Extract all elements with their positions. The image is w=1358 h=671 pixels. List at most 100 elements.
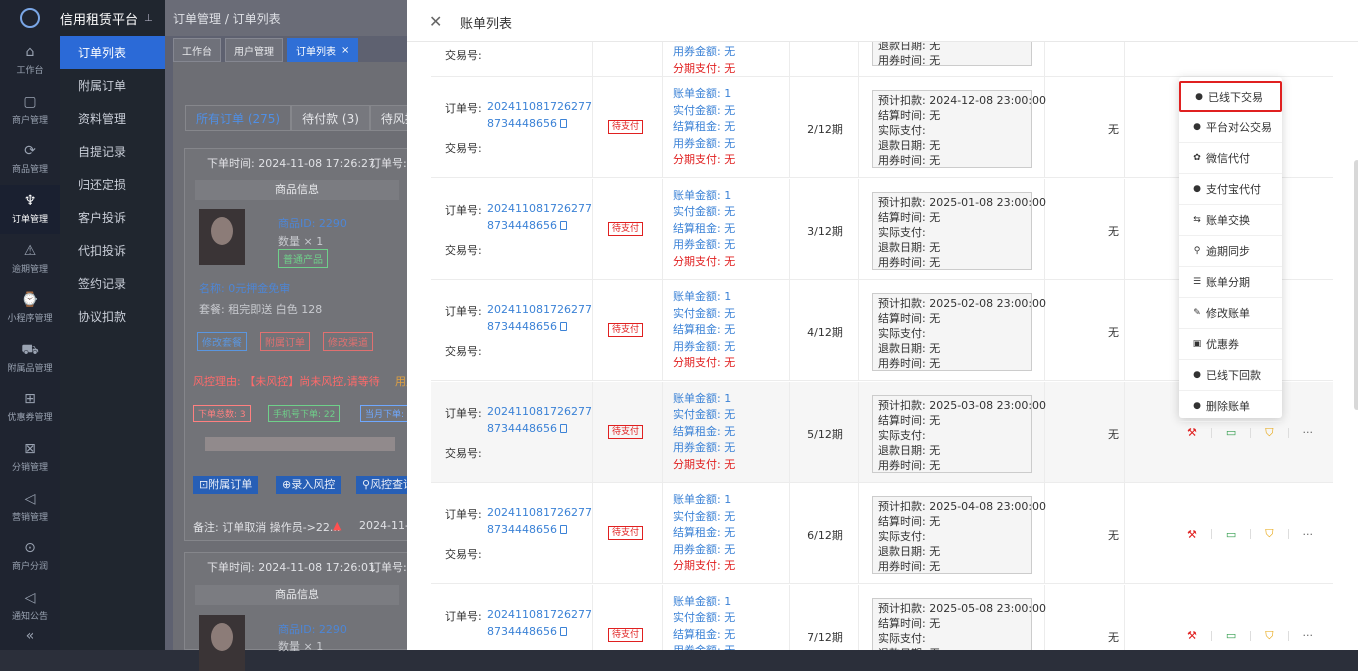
order-total-badge: 下单总数: 3 (193, 405, 251, 422)
bill-action-menu: ● 已线下交易 ● 平台对公交易 ✿ 微信代付 ● 支付宝代付 ⇆ 账单交换 ⚲ 逾期同步 ☰ 账单分期 ✎… (1179, 77, 1282, 422)
order-number-link[interactable]: 202411081726277 8734448656 (487, 200, 592, 234)
subnav-item[interactable]: 附属订单 (60, 69, 165, 102)
menu-item[interactable]: ● 平台对公交易 (1179, 112, 1282, 143)
page-tab[interactable]: 订单列表 × (287, 38, 359, 62)
shield-icon[interactable]: ⛉ (1265, 527, 1273, 541)
rail-item[interactable]: ⌂ 工作台 (0, 36, 60, 86)
order-status-tab[interactable]: 所有订单 (275) (185, 105, 292, 131)
subnav-item[interactable]: 归还定损 (60, 168, 165, 201)
order-number-label: 订单号: (445, 102, 482, 115)
amount-info: 账单金额: 1实付金额: 无结算租金: 无用券金额: 无 (673, 594, 736, 651)
order-number-link[interactable]: 202411081726277 8734448656 (487, 606, 592, 640)
copy-icon[interactable] (560, 626, 567, 636)
product-id[interactable]: 商品ID: 2290 (278, 215, 347, 231)
close-tab-icon[interactable]: × (341, 45, 349, 56)
menu-item[interactable]: ● 支付宝代付 (1179, 174, 1282, 205)
rail-item[interactable]: ⊞ 优惠券管理 (0, 383, 60, 433)
copy-icon[interactable] (560, 423, 567, 433)
deduction-detail: 预计扣款: 2025-04-08 23:00:00 结算时间: 无实际支付: 退款日… (872, 496, 1046, 574)
page-tab[interactable]: 用户管理 (225, 38, 283, 62)
shield-icon[interactable]: ⛉ (1265, 426, 1273, 440)
scrollbar[interactable] (1354, 160, 1358, 410)
edit-plan-button[interactable]: 修改套餐 (197, 332, 247, 351)
menu-item[interactable]: ☰ 账单分期 (1179, 267, 1282, 298)
order-number-link[interactable]: 202411081726277 8734448656 (487, 98, 592, 132)
rail-icon: ◁ (24, 589, 36, 606)
deduction-detail: 预计扣款: 2025-03-08 23:00:00 结算时间: 无实际支付: 退款日… (872, 394, 1046, 473)
menu-item[interactable]: ● 已线下交易 (1179, 81, 1282, 112)
menu-item[interactable]: ⚲ 逾期同步 (1179, 236, 1282, 267)
row-actions: ⚒ ▭ ⛉ ··· (1187, 426, 1313, 440)
subnav-item[interactable]: 自提记录 (60, 135, 165, 168)
page-tabs: 工作台 用户管理 订单列表 × (165, 38, 359, 62)
order-number-link[interactable]: 202411081726277 8734448656 (487, 403, 592, 437)
order-time: 下单时间: 2024-11-08 17:26:01 (207, 561, 376, 574)
subnav-item[interactable]: 资料管理 (60, 102, 165, 135)
rail-item[interactable]: ⟳ 商品管理 (0, 135, 60, 185)
order-number-link[interactable]: 202411081726277 8734448656 (487, 301, 592, 335)
offline-icon[interactable]: ⚒ (1187, 528, 1197, 541)
shield-icon[interactable]: ⛉ (1265, 629, 1273, 643)
subnav-item[interactable]: 客户投诉 (60, 201, 165, 234)
edit-channel-button[interactable]: 修改渠道 (323, 332, 373, 351)
order-number-link[interactable]: 202411081726277 8734448656 (487, 504, 592, 538)
menu-item[interactable]: ● 删除账单 (1179, 391, 1282, 422)
copy-icon[interactable] (560, 525, 567, 534)
menu-item[interactable]: ● 已线下回款 (1179, 360, 1282, 391)
rail-item[interactable]: ⛟ 附属品管理 (0, 334, 60, 384)
remark: 无 (1108, 529, 1119, 542)
rail-item[interactable]: ⊙ 商户分润 (0, 532, 60, 582)
product-name: 名称: 0元押金免审 (199, 282, 291, 295)
menu-item[interactable]: ✎ 修改账单 (1179, 298, 1282, 329)
menu-item-icon: ● (1193, 370, 1201, 380)
menu-item[interactable]: ⇆ 账单交换 (1179, 205, 1282, 236)
subnav-item[interactable]: 协议扣款 (60, 300, 165, 333)
subnav-item[interactable]: 签约记录 (60, 267, 165, 300)
order-status-tab[interactable]: 待付款 (3) (291, 105, 370, 131)
copy-icon[interactable] (560, 220, 567, 230)
quantity: 数量 × 1 (278, 640, 324, 653)
offline-icon[interactable]: ⚒ (1187, 426, 1197, 439)
menu-item[interactable]: ✿ 微信代付 (1179, 143, 1282, 174)
page-tab[interactable]: 工作台 (173, 38, 221, 62)
expand-icon[interactable]: ▲ (333, 519, 341, 532)
rail-label: 营销管理 (11, 512, 48, 523)
order-time: 下单时间: 2024-11-08 17:26:27 (207, 157, 376, 170)
card-icon[interactable]: ▭ (1226, 629, 1236, 642)
rail-item[interactable]: ♆ 订单管理 (0, 184, 60, 235)
subnav-item[interactable]: 订单列表 (60, 36, 165, 69)
rail-item[interactable]: ⊠ 分销管理 (0, 433, 60, 483)
status-badge: 待支付 (608, 120, 644, 134)
remark: 无 (1108, 427, 1119, 441)
copy-icon[interactable] (560, 119, 567, 128)
rail-item[interactable]: ⌚ 小程序管理 (0, 284, 60, 334)
card-icon[interactable]: ▭ (1226, 426, 1236, 439)
row-actions: ⚒ ▭ ⛉ ··· (1187, 527, 1313, 541)
more-icon[interactable]: ··· (1303, 629, 1314, 642)
copy-icon[interactable] (560, 322, 567, 331)
card-icon[interactable]: ▭ (1226, 528, 1236, 541)
rail-item[interactable]: ◁ 营销管理 (0, 482, 60, 532)
subnav-item[interactable]: 代扣投诉 (60, 234, 165, 267)
rail-item[interactable]: ▢ 商户管理 (0, 86, 60, 136)
offline-icon[interactable]: ⚒ (1187, 629, 1197, 642)
menu-item[interactable]: ▣ 优惠券 (1179, 329, 1282, 360)
redacted-area (205, 437, 395, 451)
menu-item-icon: ✎ (1193, 308, 1201, 318)
order-card: 下单时间: 2024-11-08 17:26:01 订单号: 商品信息 商品ID… (184, 552, 408, 671)
order-number-label: 订单号: (445, 305, 482, 318)
more-icon[interactable]: ··· (1303, 528, 1314, 541)
sub-order-button[interactable]: 附属订单 (260, 332, 310, 351)
rail-item[interactable]: ⚠ 逾期管理 (0, 234, 60, 284)
more-icon[interactable]: ··· (1303, 426, 1314, 439)
period: 6/12期 (807, 529, 843, 542)
trade-number-label: 交易号: (445, 446, 482, 460)
attach-order-button[interactable]: ⊡附属订单 (193, 476, 259, 494)
product-id[interactable]: 商品ID: 2290 (278, 621, 347, 637)
collapse-icon[interactable]: « (0, 622, 60, 650)
status-badge: 待支付 (608, 221, 644, 236)
enter-risk-button[interactable]: ⊕录入风控 (276, 476, 342, 494)
month-orders-badge: 当月下单: (360, 405, 410, 422)
pin-icon[interactable]: ⊥ (144, 13, 153, 24)
close-icon[interactable]: ✕ (429, 12, 442, 31)
